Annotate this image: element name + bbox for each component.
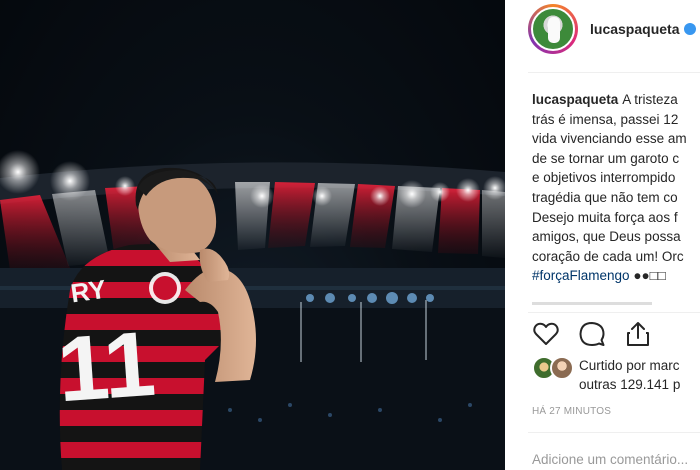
caption-text-6: Desejo muita força aos f bbox=[532, 209, 678, 225]
caption-username[interactable]: lucaspaqueta bbox=[532, 92, 618, 107]
likes-text: Curtido por marc outras 129.141 p bbox=[579, 356, 680, 394]
comment-divider bbox=[528, 432, 700, 433]
post-timestamp[interactable]: HÁ 27 MINUTOS bbox=[532, 406, 611, 417]
heart-icon bbox=[533, 322, 559, 345]
share-button[interactable] bbox=[622, 318, 654, 350]
share-icon bbox=[627, 322, 649, 346]
post-actions bbox=[530, 318, 668, 350]
header-divider bbox=[528, 72, 700, 73]
caption-text-1: trás é imensa, passei 12 bbox=[532, 111, 679, 127]
next-comment-fade bbox=[532, 302, 700, 306]
stadium-scene: RY 11 bbox=[0, 0, 505, 470]
post-header: lucaspaqueta bbox=[528, 4, 700, 54]
caption-text-0: A tristeza bbox=[622, 92, 678, 107]
caption-text-7: amigos, que Deus possa bbox=[532, 229, 681, 245]
caption-emoji: ●●□□ bbox=[633, 268, 666, 284]
comment-input[interactable]: Adicione um comentário... bbox=[532, 452, 688, 467]
post-caption: lucaspaqueta A tristeza trás é imensa, pa… bbox=[532, 90, 700, 286]
avatar-image bbox=[531, 7, 575, 51]
likes-line-1: Curtido por marc bbox=[579, 358, 680, 373]
liker-avatar bbox=[550, 356, 574, 380]
author-username-text: lucaspaqueta bbox=[590, 21, 680, 37]
caption-text-3: de se tornar um garoto c bbox=[532, 150, 680, 166]
jersey-number: 11 bbox=[54, 313, 158, 422]
caption-text-4: e objetivos interrompido bbox=[532, 170, 676, 186]
post-sidebar: lucaspaqueta lucaspaqueta A tristeza trás… bbox=[518, 0, 700, 470]
caption-text-5: tragédia que não tem co bbox=[532, 189, 678, 205]
comment-icon bbox=[579, 322, 605, 346]
svg-text:RY: RY bbox=[69, 274, 108, 309]
post-photo[interactable]: RY 11 bbox=[0, 0, 505, 470]
author-avatar[interactable] bbox=[528, 4, 578, 54]
caption-text-8: coração de cada um! Orc bbox=[532, 248, 684, 264]
caption-line-9: #forçaFlamengo ●●□□ bbox=[532, 266, 700, 286]
caption-text-2: vida vivenciando esse am bbox=[532, 131, 687, 147]
author-username[interactable]: lucaspaqueta bbox=[590, 21, 697, 37]
likes-line-2: outras 129.141 p bbox=[579, 377, 681, 392]
caption-line-0: lucaspaqueta A tristeza bbox=[532, 90, 700, 110]
verified-badge-icon bbox=[684, 23, 697, 36]
like-button[interactable] bbox=[530, 318, 562, 350]
liker-avatars bbox=[532, 356, 576, 382]
actions-divider bbox=[528, 312, 700, 313]
hashtag-link[interactable]: #forçaFlamengo bbox=[532, 268, 630, 283]
comment-button[interactable] bbox=[576, 318, 608, 350]
likes-summary[interactable]: Curtido por marc outras 129.141 p bbox=[532, 354, 700, 394]
